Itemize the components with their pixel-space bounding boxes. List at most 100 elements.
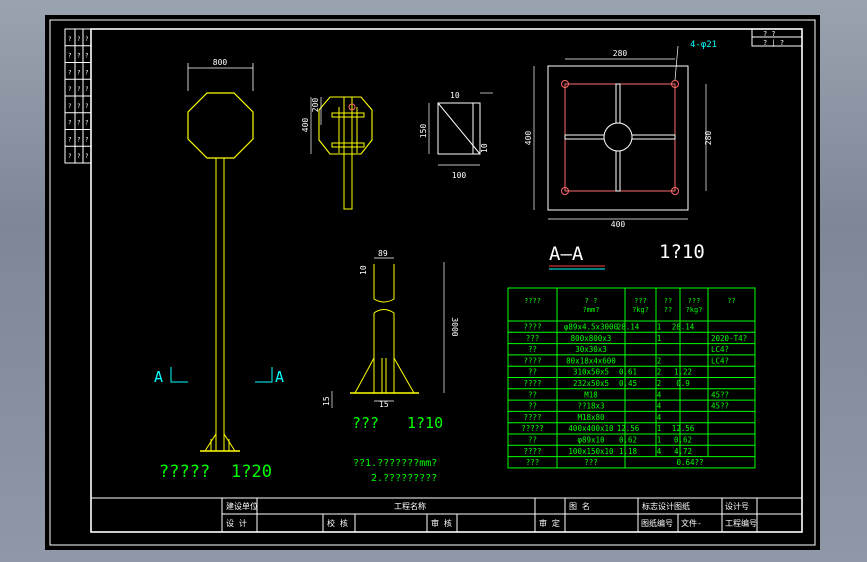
left-strip-cell: ?	[77, 153, 81, 160]
left-strip-cell: ?	[77, 36, 81, 43]
left-strip-cell: ?	[77, 53, 81, 60]
bom-cell: ??18x3	[577, 402, 604, 411]
tb-design-no: 设计号	[725, 501, 749, 511]
bom-cell: 1	[657, 323, 662, 332]
elevation-label: ?????	[159, 462, 210, 482]
bom-cell: ??	[528, 402, 537, 411]
bom-cell: LC4?	[711, 356, 729, 365]
left-strip-cell: ?	[77, 103, 81, 110]
post-base	[200, 432, 240, 452]
left-strip-cell: ?	[85, 36, 89, 43]
bom-cell: ????	[523, 413, 541, 422]
left-strip-table: ????????????????????????	[65, 28, 91, 160]
bom-header-4: ???	[688, 297, 701, 305]
left-strip-cell: ?	[85, 103, 89, 110]
aa-label: A—A	[549, 243, 584, 265]
bom-header-3: ??	[664, 306, 672, 314]
post-dim-3000: 3000	[450, 317, 459, 336]
bom-cell: 2	[657, 356, 662, 365]
plate-dim-400-bottom: 400	[611, 220, 626, 229]
left-strip-cell: ?	[85, 86, 89, 93]
bom-cell: ?????	[521, 424, 544, 433]
sign-elevation: 800 A A ????? 1?20	[154, 58, 284, 482]
bom-cell: M18	[584, 390, 598, 399]
bom-cell: φ89x10	[577, 436, 605, 445]
left-strip-cell: ?	[68, 36, 72, 43]
bom-cell: ???	[526, 334, 540, 343]
tb-approver: 审 定	[539, 518, 560, 528]
post-dim-15: 15	[322, 396, 331, 406]
bom-cell: 30x30x3	[575, 345, 607, 354]
revision-a: ? ?	[763, 30, 776, 38]
sign-width-dim	[187, 63, 254, 91]
tb-file: 文件-	[681, 518, 702, 528]
tb-project-no: 工程编号	[725, 518, 757, 528]
bom-cell: 45??	[711, 402, 729, 411]
tb-checker: 校 核	[327, 518, 348, 528]
bom-cell: ????	[523, 356, 541, 365]
bom-cell: 1.18	[619, 447, 638, 456]
bracket-dim-200: 200	[311, 98, 320, 113]
base-plate-section: 280 4-φ21 400 280 400 A—A 1?10	[524, 40, 717, 270]
bom-cell: 4	[657, 413, 662, 422]
bom-header-2: ???	[634, 297, 647, 305]
bom-cell: 100x150x10	[568, 447, 614, 456]
plate-dim-280-top: 280	[613, 49, 628, 58]
bom-header-2: ?kg?	[632, 306, 649, 314]
left-strip-cell: ?	[77, 69, 81, 76]
bom-cell: ??	[528, 436, 537, 445]
stiffener-detail: 10 150 100 10	[419, 91, 493, 180]
bom-cell: 4.72	[674, 447, 692, 456]
bom-cell: LC4?	[711, 345, 729, 354]
bom-cell: ????	[523, 379, 541, 388]
aa-scale: 1?10	[659, 241, 705, 263]
bom-cell: 1	[657, 334, 662, 343]
bom-header-4: ?kg?	[686, 306, 703, 314]
section-marks	[170, 367, 273, 383]
section-a-right: A	[275, 368, 284, 386]
bom-cell: 0.62	[674, 436, 692, 445]
tb-drawing-no: 图纸编号	[641, 518, 673, 528]
plate-dim-400-left: 400	[524, 131, 533, 146]
cad-viewport[interactable]: ???????????????????????? ? ? ? | ? 800 A…	[45, 15, 820, 550]
post-dim-15b: 15	[379, 400, 389, 409]
bom-cell: 4	[657, 402, 662, 411]
note-2: 2.?????????	[371, 473, 437, 484]
post-dim-89: 89	[378, 249, 388, 258]
left-strip-cell: ?	[85, 153, 89, 160]
note-1: ??1.???????mm?	[353, 458, 437, 469]
bom-cell: ??	[528, 345, 537, 354]
stiffener-dim-t: 10	[480, 143, 489, 153]
bom-header-1: ?mm?	[583, 306, 600, 314]
tb-client: 建设单位	[226, 501, 258, 511]
left-strip-cell: ?	[68, 103, 72, 110]
bom-total-label: ???	[526, 458, 540, 467]
elevation-scale: 1?20	[231, 462, 272, 482]
post-label: ???	[352, 414, 379, 432]
left-strip-cell: ?	[68, 136, 72, 143]
octagon-sign	[187, 92, 254, 159]
bom-header-5: ??	[727, 297, 735, 305]
drawing-canvas: ???????????????????????? ? ? ? | ? 800 A…	[49, 19, 816, 546]
section-a-left: A	[154, 368, 163, 386]
bom-cell: 12.56	[672, 424, 695, 433]
plate-dim-280-right: 280	[704, 131, 713, 146]
left-strip-cell: ?	[77, 136, 81, 143]
left-strip-cell: ?	[85, 53, 89, 60]
tb-drawing-name-label: 图 名	[569, 501, 590, 511]
bom-cell: 80x18x4x600	[566, 356, 616, 365]
post-detail: 89 10 3000 15 15 ??? 1?10 ??1.???????mm?…	[322, 249, 459, 484]
bom-header-0: ????	[524, 297, 541, 305]
bom-cell: φ89x4.5x3000	[564, 323, 619, 332]
left-strip-cell: ?	[77, 120, 81, 127]
bom-cell: 1	[657, 424, 662, 433]
bom-cell: ??	[528, 368, 537, 377]
post-scale: 1?10	[407, 414, 443, 432]
left-strip-cell: ?	[77, 86, 81, 93]
bom-cell: 0.45	[619, 379, 637, 388]
sign-width-dim-text: 800	[213, 58, 228, 67]
bom-cell: 2	[657, 368, 662, 377]
plate-holes-note: 4-φ21	[690, 40, 717, 50]
bom-cell: 4	[657, 447, 662, 456]
left-strip-cell: ?	[68, 69, 72, 76]
